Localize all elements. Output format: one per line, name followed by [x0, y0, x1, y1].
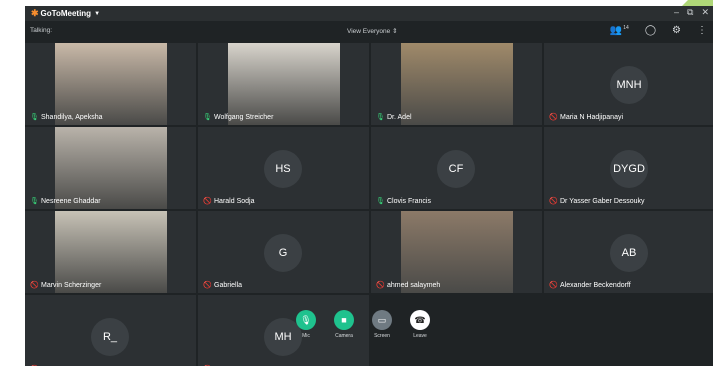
mic-button[interactable]: 🎙 Mic [292, 310, 320, 339]
mic-muted-icon: 🚫 [203, 282, 212, 289]
participant-tile[interactable]: 🎙 Dr. Adel [371, 43, 542, 125]
participant-tile[interactable]: HS 🚫 Harald Sodja [198, 127, 369, 209]
participant-tile[interactable]: 🎙 Nesreene Ghaddar [25, 127, 196, 209]
screen-share-button[interactable]: ▭ Screen [368, 310, 396, 339]
participant-name-tag: 🎙 Wolfgang Streicher [203, 113, 273, 122]
app-menu[interactable]: ✱ GoToMeeting ▼ [31, 8, 100, 19]
microphone-icon: 🎙 [296, 310, 316, 330]
participant-name: Harald Sodja [214, 198, 255, 205]
mic-muted-icon: 🚫 [30, 282, 39, 289]
participant-name-tag: 🎙 Nesreene Ghaddar [30, 197, 101, 206]
participant-name-tag: 🚫 Harald Sodja [203, 197, 254, 206]
participant-tile[interactable]: 🎙 Wolfgang Streicher [198, 43, 369, 125]
participant-tile[interactable]: G 🚫 Gabriella [198, 211, 369, 293]
participant-name: Gabriella [214, 282, 243, 289]
participant-name-tag: 🚫 Gabriella [203, 281, 242, 290]
screen-label: Screen [374, 333, 390, 339]
participant-tile[interactable]: MNH 🚫 Maria N Hadjipanayi [544, 43, 713, 125]
participant-name: Wolfgang Streicher [214, 114, 274, 121]
window-controls: – ⧉ ✕ [674, 7, 709, 18]
participant-name-tag: 🚫 Maria N Hadjipanayi [549, 113, 623, 122]
mic-muted-icon: 🚫 [549, 282, 558, 289]
participant-avatar: G [264, 234, 302, 272]
participant-name: Dr. Adel [387, 114, 412, 121]
participant-name-tag: 🚫 Marvin Scherzinger [30, 281, 101, 290]
mic-on-icon: 🎙 [376, 114, 385, 121]
restore-icon[interactable]: ⧉ [687, 7, 693, 18]
participant-tile[interactable]: CF 🎙 Clovis Francis [371, 127, 542, 209]
mic-muted-icon: 🚫 [549, 114, 558, 121]
gotomeeting-logo-icon: ✱ [31, 8, 39, 18]
chevron-updown-icon: ⇕ [392, 28, 398, 35]
hang-up-icon: ☎ [410, 310, 430, 330]
participant-name: Nesreene Ghaddar [41, 198, 101, 205]
participant-avatar: R_ [91, 318, 129, 356]
participant-name: Dr Yasser Gaber Dessouky [560, 198, 645, 205]
participant-video [401, 43, 513, 125]
participant-name: Marvin Scherzinger [41, 282, 102, 289]
minimize-icon[interactable]: – [674, 7, 679, 18]
participant-tile[interactable]: 🎙 Shandilya, Apeksha [25, 43, 196, 125]
mic-muted-icon: 🚫 [203, 198, 212, 205]
participant-avatar: MNH [610, 66, 648, 104]
participant-name: Maria N Hadjipanayi [560, 114, 624, 121]
screen-share-icon: ▭ [372, 310, 392, 330]
chat-icon[interactable]: ◯ [645, 25, 656, 36]
app-name: GoToMeeting [40, 9, 92, 18]
participant-avatar: DYGD [610, 150, 648, 188]
participant-name-tag: 🎙 Clovis Francis [376, 197, 431, 206]
view-selector[interactable]: View Everyone ⇕ [347, 27, 398, 35]
attendees-button[interactable]: 👥14 [610, 25, 629, 36]
participant-avatar: CF [437, 150, 475, 188]
mic-muted-icon: 🚫 [549, 198, 558, 205]
participant-name: Shandilya, Apeksha [41, 114, 103, 121]
camera-label: Camera [335, 333, 353, 339]
meeting-toolbar: Talking: View Everyone ⇕ 👥14 ◯ ⚙ ⋮ [25, 21, 713, 43]
participant-name-tag: 🎙 Shandilya, Apeksha [30, 113, 103, 122]
talking-indicator: Talking: [30, 27, 53, 34]
more-options-icon[interactable]: ⋮ [697, 25, 707, 36]
participant-name-tag: 🚫 Alexander Beckendorff [549, 281, 631, 290]
chevron-down-icon: ▼ [94, 10, 101, 17]
participant-name: Alexander Beckendorff [560, 282, 631, 289]
mic-label: Mic [302, 333, 310, 339]
title-bar: ✱ GoToMeeting ▼ – ⧉ ✕ [25, 6, 713, 21]
settings-gear-icon[interactable]: ⚙ [672, 25, 681, 36]
participant-name-tag: 🎙 Dr. Adel [376, 113, 412, 122]
mic-on-icon: 🎙 [203, 114, 212, 121]
participant-name-tag: 🚫 Dr Yasser Gaber Dessouky [549, 197, 645, 206]
participant-name: Clovis Francis [387, 198, 431, 205]
meeting-controls: 🎙 Mic ■ Camera ▭ Screen ☎ Leave [292, 310, 434, 339]
participant-tile[interactable]: 🚫 ahmed salaymeh [371, 211, 542, 293]
people-icon: 👥 [609, 25, 623, 36]
camera-button[interactable]: ■ Camera [330, 310, 358, 339]
participant-tile[interactable]: DYGD 🚫 Dr Yasser Gaber Dessouky [544, 127, 713, 209]
leave-button[interactable]: ☎ Leave [406, 310, 434, 339]
view-selector-label: View Everyone [347, 28, 391, 35]
meeting-window: ✱ GoToMeeting ▼ – ⧉ ✕ Talking: View Ever… [25, 6, 713, 366]
participant-tile[interactable]: 🚫 Marvin Scherzinger [25, 211, 196, 293]
mic-on-icon: 🎙 [376, 198, 385, 205]
close-icon[interactable]: ✕ [701, 7, 709, 18]
mic-on-icon: 🎙 [30, 198, 39, 205]
camera-icon: ■ [334, 310, 354, 330]
participant-avatar: AB [610, 234, 648, 272]
participant-name: ahmed salaymeh [387, 282, 441, 289]
attendee-count: 14 [623, 25, 629, 31]
participant-tile[interactable]: AB 🚫 Alexander Beckendorff [544, 211, 713, 293]
participant-name-tag: 🚫 ahmed salaymeh [376, 281, 440, 290]
participant-avatar: HS [264, 150, 302, 188]
mic-on-icon: 🎙 [30, 114, 39, 121]
participant-tile[interactable]: R_🚫Ruba _JUST [25, 295, 196, 366]
leave-label: Leave [413, 333, 427, 339]
mic-muted-icon: 🚫 [376, 282, 385, 289]
